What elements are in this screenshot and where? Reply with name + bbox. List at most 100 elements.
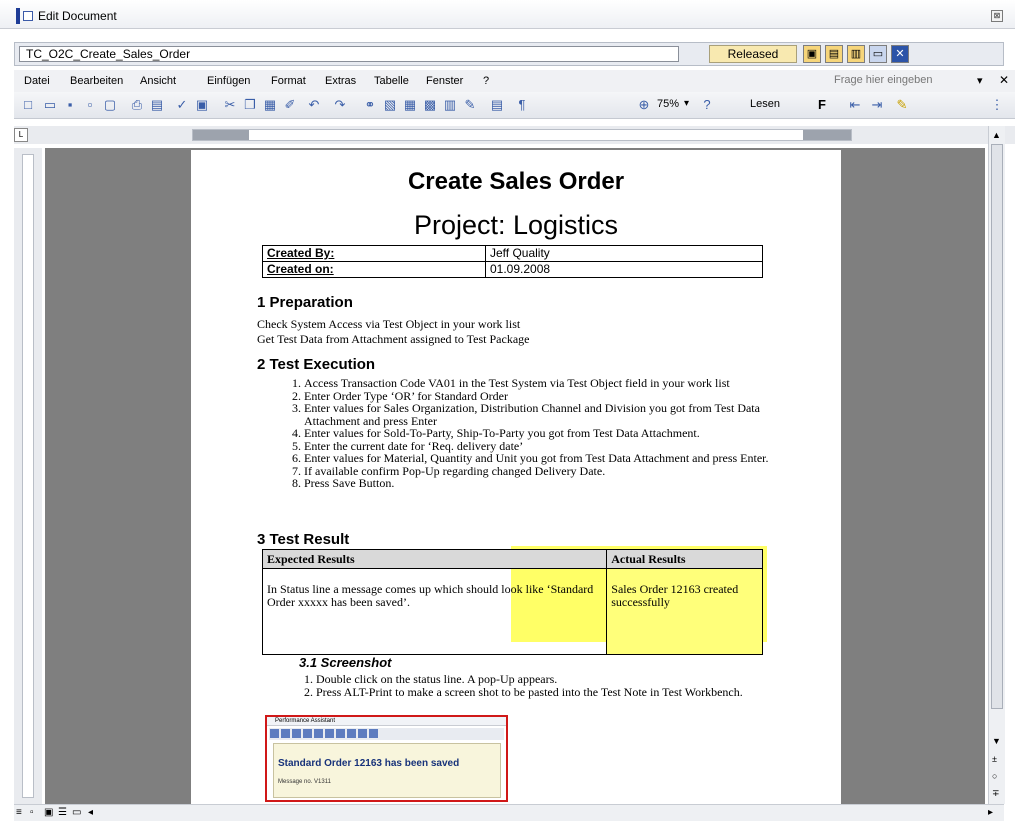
read-mode-button[interactable]: Lesen [750, 98, 780, 110]
redo-icon[interactable]: ↷ [332, 97, 348, 113]
ask-dropdown-icon[interactable]: ▾ [977, 74, 983, 87]
zoom-select[interactable]: 75% [657, 98, 679, 110]
created-by-label: Created By: [262, 245, 486, 262]
horizontal-ruler-row: L [14, 126, 1015, 144]
show-hide-icon[interactable]: ¶ [514, 97, 530, 113]
spelling-icon[interactable]: ✓ [174, 97, 190, 113]
help-icon[interactable]: ? [699, 97, 715, 113]
result-table: Expected Results Actual Results In Statu… [261, 549, 763, 655]
screenshot-title-bar: Performance Assistant [267, 717, 506, 726]
status-info-button[interactable]: ▣ [803, 45, 821, 63]
web-view-icon[interactable]: ▫ [30, 807, 34, 818]
list-item: Access Transaction Code VA01 in the Test… [304, 377, 794, 390]
tool-icon [358, 729, 367, 738]
menu-einfuegen[interactable]: Einfügen [207, 75, 250, 87]
tool-icon [325, 729, 334, 738]
save-icon[interactable]: ▪ [62, 97, 78, 113]
menu-tabelle[interactable]: Tabelle [374, 75, 409, 87]
save-local-button[interactable]: ▤ [825, 45, 843, 63]
list-item: Enter values for Sales Organization, Dis… [304, 402, 794, 427]
paste-icon[interactable]: ▦ [262, 97, 278, 113]
document-page[interactable]: Create Sales Order Project: Logistics Cr… [191, 150, 841, 804]
email-icon[interactable]: ▢ [102, 97, 118, 113]
next-page-icon[interactable]: ∓ [992, 788, 1000, 799]
section-heading-preparation: 1 Preparation [257, 294, 353, 311]
highlight-icon[interactable]: ✎ [894, 97, 910, 113]
scroll-thumb[interactable] [991, 144, 1003, 709]
tab-selector[interactable]: L [14, 128, 28, 142]
insert-table-icon[interactable]: ▦ [402, 97, 418, 113]
tables-borders-icon[interactable]: ▧ [382, 97, 398, 113]
document-header-bar: TC_O2C_Create_Sales_Order Released ▣ ▤ ▥… [14, 42, 1004, 66]
columns-icon[interactable]: ▥ [442, 97, 458, 113]
subsection-heading-screenshot: 3.1 Screenshot [299, 655, 392, 670]
created-on-value: 01.09.2008 [485, 261, 763, 278]
embedded-screenshot: Performance Assistant Standard Order 121… [265, 715, 508, 802]
reading-view-icon[interactable]: ▭ [72, 807, 81, 818]
open-icon[interactable]: ▭ [42, 97, 58, 113]
menu-datei[interactable]: Datei [24, 75, 50, 87]
previous-page-icon[interactable]: ± [992, 754, 997, 764]
hyperlink-icon[interactable]: ⚭ [362, 97, 378, 113]
increase-indent-icon[interactable]: ⇥ [869, 97, 885, 113]
preparation-line-2: Get Test Data from Attachment assigned t… [257, 332, 530, 346]
horizontal-ruler[interactable] [192, 129, 852, 141]
menu-format[interactable]: Format [271, 75, 306, 87]
normal-view-icon[interactable]: ≡ [16, 807, 22, 818]
tool-icon [270, 729, 279, 738]
decrease-indent-icon[interactable]: ⇤ [847, 97, 863, 113]
print-preview-icon[interactable]: ▤ [149, 97, 165, 113]
vertical-scrollbar[interactable]: ▲ ▼ ± ○ ∓ [988, 126, 1005, 804]
insert-excel-icon[interactable]: ▩ [422, 97, 438, 113]
document-subtitle: Project: Logistics [413, 210, 619, 240]
table-row: Created on: 01.09.2008 [262, 261, 763, 278]
document-name-field[interactable]: TC_O2C_Create_Sales_Order [19, 46, 679, 62]
format-painter-icon[interactable]: ✐ [282, 97, 298, 113]
menu-extras[interactable]: Extras [325, 75, 356, 87]
cut-icon[interactable]: ✂ [222, 97, 238, 113]
scroll-up-icon[interactable]: ▲ [992, 130, 1001, 140]
scroll-left-icon[interactable]: ◂ [88, 807, 93, 818]
close-doc-button[interactable]: ✕ [891, 45, 909, 63]
document-map-icon[interactable]: ▤ [489, 97, 505, 113]
print-button[interactable]: ▭ [869, 45, 887, 63]
close-window-icon[interactable]: ⊠ [991, 10, 1003, 22]
menu-help[interactable]: ? [483, 75, 489, 87]
table-row: In Status line a message comes up which … [261, 568, 763, 655]
print-icon[interactable]: ⎙ [129, 97, 145, 113]
tool-icon [369, 729, 378, 738]
menu-fenster[interactable]: Fenster [426, 75, 463, 87]
menu-bearbeiten[interactable]: Bearbeiten [70, 75, 123, 87]
browse-object-icon[interactable]: ○ [992, 771, 997, 781]
window-title-bar: Edit Document ⊠ [0, 0, 1015, 29]
tool-icon [336, 729, 345, 738]
zoom-icon[interactable]: ⊕ [636, 97, 652, 113]
bold-icon[interactable]: F [814, 97, 830, 113]
tool-icon [281, 729, 290, 738]
expected-results-header: Expected Results [261, 549, 608, 569]
horizontal-scrollbar[interactable]: ≡ ▫ ▣ ☰ ▭ ◂ ▸ [14, 804, 1004, 821]
undo-icon[interactable]: ↶ [306, 97, 322, 113]
zoom-dropdown-icon[interactable]: ▾ [684, 98, 689, 109]
menu-ansicht[interactable]: Ansicht [140, 75, 176, 87]
print-layout-icon[interactable]: ▣ [44, 807, 53, 818]
actual-results-cell: Sales Order 12163 created successfully [606, 568, 763, 655]
close-icon[interactable]: ✕ [999, 73, 1009, 87]
list-item: Press ALT-Print to make a screen shot to… [316, 685, 756, 699]
research-icon[interactable]: ▣ [194, 97, 210, 113]
new-document-icon[interactable]: □ [20, 97, 36, 113]
save-button[interactable]: ▥ [847, 45, 865, 63]
screenshot-message: Standard Order 12163 has been saved [278, 758, 460, 769]
copy-icon[interactable]: ❐ [242, 97, 258, 113]
tool-icon [303, 729, 312, 738]
vertical-ruler-strip[interactable] [22, 154, 34, 798]
ask-question-input[interactable]: Frage hier eingeben [834, 74, 932, 86]
permission-icon[interactable]: ▫ [82, 97, 98, 113]
drawing-icon[interactable]: ✎ [462, 97, 478, 113]
scroll-down-icon[interactable]: ▼ [992, 736, 1001, 746]
outline-view-icon[interactable]: ☰ [58, 807, 67, 818]
scroll-right-icon[interactable]: ▸ [988, 807, 993, 818]
tool-icon [314, 729, 323, 738]
toolbar-options-icon[interactable]: ⋮ [989, 97, 1005, 113]
screenshot-toolbar [269, 728, 504, 740]
